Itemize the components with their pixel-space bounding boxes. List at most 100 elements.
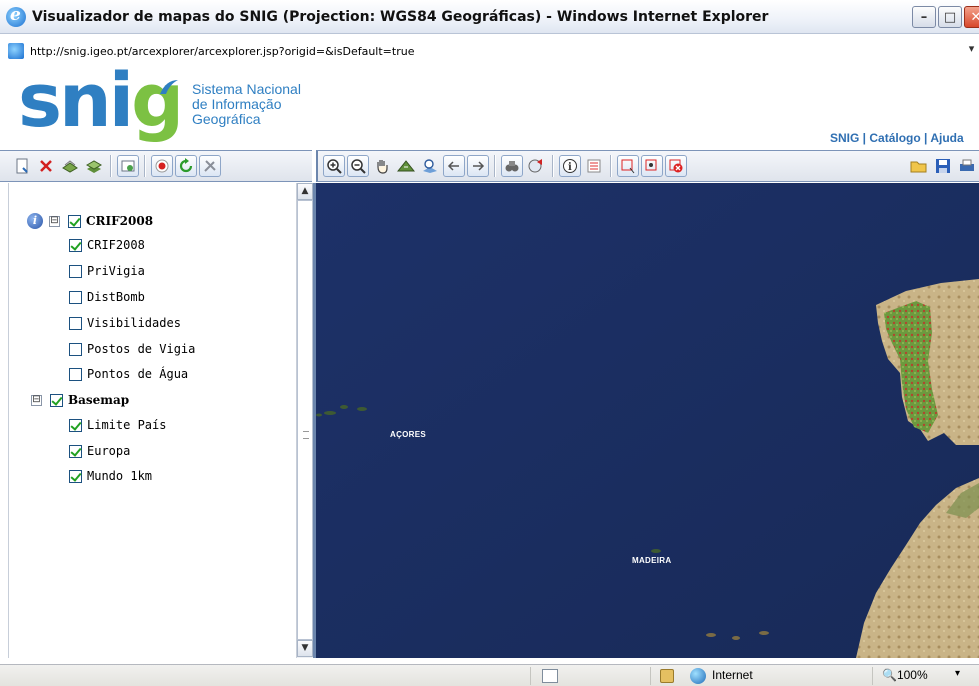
svg-text:i: i (568, 162, 572, 173)
toc-layer-row: Mundo 1km (69, 467, 152, 485)
toc-layer-label[interactable]: Visibilidades (87, 316, 181, 330)
clear-selection-icon[interactable] (665, 155, 687, 177)
toc-layer-row: CRIF2008 (69, 236, 145, 254)
grip-icon (303, 431, 309, 439)
map-canvas (316, 183, 979, 658)
logo-subtitle: Sistema Nacional de Informação Geográfic… (192, 82, 301, 127)
zoom-in-icon[interactable] (323, 155, 345, 177)
toolbar-separator (144, 155, 146, 177)
zoom-level[interactable]: 🔍100% (882, 668, 928, 682)
zoom-value: 100% (896, 668, 928, 682)
select-point-icon[interactable] (641, 155, 663, 177)
layer-checkbox[interactable] (69, 238, 82, 252)
select-rect-icon[interactable] (617, 155, 639, 177)
layers-icon[interactable] (83, 155, 105, 177)
snig-logo[interactable]: snig (18, 58, 184, 144)
zoom-out-icon[interactable] (347, 155, 369, 177)
toolbar-separator (610, 155, 612, 177)
toc-layer-row: Limite País (69, 416, 166, 434)
toc-group-basemap: ⊟ Basemap (31, 391, 129, 409)
zoom-layer-icon[interactable] (419, 155, 441, 177)
info-icon[interactable]: i (27, 213, 43, 229)
address-url[interactable]: http://snig.igeo.pt/arcexplorer/arcexplo… (30, 45, 414, 58)
popup-blocker-icon[interactable] (542, 669, 558, 683)
zoom-dropdown-icon[interactable]: ▾ (955, 668, 960, 679)
collapse-icon[interactable]: ⊟ (31, 394, 42, 406)
map-view[interactable]: AÇORES MADEIRA (316, 183, 979, 658)
identify-icon[interactable]: i (559, 155, 581, 177)
scroll-thumb[interactable] (297, 200, 313, 640)
close-button[interactable]: ✕ (964, 6, 979, 28)
window-title: Visualizador de mapas do SNIG (Projectio… (32, 8, 769, 25)
toc-layer-label[interactable]: Mundo 1km (87, 469, 152, 483)
legend-icon[interactable] (583, 155, 605, 177)
logo-line-3: Geográfica (192, 111, 261, 127)
logo-line-1: Sistema Nacional (192, 81, 301, 97)
layer-checkbox[interactable] (69, 444, 82, 458)
minimize-button[interactable]: – (912, 6, 936, 28)
layer-checkbox[interactable] (69, 290, 82, 304)
status-divider (650, 667, 651, 685)
reload-icon[interactable] (175, 155, 197, 177)
back-icon[interactable] (443, 155, 465, 177)
security-zone-label: Internet (712, 668, 753, 682)
address-dropdown-icon[interactable]: ▾ (964, 42, 979, 60)
toc-layer-label[interactable]: Limite País (87, 418, 166, 432)
locate-icon[interactable] (525, 155, 547, 177)
map-label-madeira: MADEIRA (632, 556, 672, 565)
logo-line-2: de Informação (192, 96, 282, 112)
header-links: SNIG | Catálogo | Ajuda (830, 131, 964, 145)
collapse-icon[interactable]: ⊟ (49, 215, 60, 227)
page-icon (8, 43, 24, 59)
maximize-button[interactable]: □ (938, 6, 962, 28)
toc-group-label[interactable]: Basemap (68, 393, 129, 407)
toc-layer-label[interactable]: PriVigia (87, 264, 145, 278)
toolbar-separator (552, 155, 554, 177)
link-snig[interactable]: SNIG (830, 131, 859, 145)
toc-layer-label[interactable]: Europa (87, 444, 130, 458)
delete-icon[interactable] (35, 155, 57, 177)
window-titlebar: Visualizador de mapas do SNIG (Projectio… (0, 0, 979, 34)
forward-icon[interactable] (467, 155, 489, 177)
toc-layer-label[interactable]: CRIF2008 (87, 238, 145, 252)
layer-checkbox[interactable] (69, 367, 82, 381)
pan-icon[interactable] (371, 155, 393, 177)
add-layer-icon[interactable] (59, 155, 81, 177)
toc-group-label[interactable]: CRIF2008 (86, 214, 153, 228)
open-icon[interactable] (908, 155, 930, 177)
toc-layer-label[interactable]: DistBomb (87, 290, 145, 304)
status-divider (872, 667, 873, 685)
layer-checkbox[interactable] (69, 264, 82, 278)
toc-group-crif2008: i ⊟ CRIF2008 (27, 212, 153, 230)
save-icon[interactable] (932, 155, 954, 177)
toc-layer-label[interactable]: Postos de Vigia (87, 342, 195, 356)
toolbar-separator (494, 155, 496, 177)
record-icon[interactable] (151, 155, 173, 177)
toc-layer-row: Pontos de Água (69, 365, 188, 383)
logo-letters-ni: ni (59, 58, 134, 144)
layer-checkbox[interactable] (69, 342, 82, 356)
layer-checkbox[interactable] (69, 469, 82, 483)
link-ajuda[interactable]: Ajuda (930, 131, 963, 145)
group-checkbox[interactable] (68, 214, 81, 228)
toc-scrollbar[interactable]: ▲ ▼ (296, 183, 313, 658)
refresh-layer-icon[interactable] (117, 155, 139, 177)
group-checkbox[interactable] (50, 393, 63, 407)
link-catalogo[interactable]: Catálogo (869, 131, 920, 145)
toc-layer-label[interactable]: Pontos de Água (87, 367, 188, 381)
protected-mode-icon[interactable] (660, 669, 674, 683)
scroll-down-icon[interactable]: ▼ (297, 640, 313, 657)
ie-logo-icon (6, 5, 26, 27)
logo-swoosh-icon (160, 80, 178, 94)
layer-checkbox[interactable] (69, 316, 82, 330)
scroll-up-icon[interactable]: ▲ (297, 183, 313, 200)
full-extent-icon[interactable] (395, 155, 417, 177)
layer-checkbox[interactable] (69, 418, 82, 432)
tools-icon[interactable] (199, 155, 221, 177)
layer-toc: i ⊟ CRIF2008 CRIF2008 PriVigia DistBomb … (8, 183, 296, 658)
print-icon[interactable] (956, 155, 978, 177)
find-icon[interactable] (501, 155, 523, 177)
toc-layer-row: Visibilidades (69, 314, 181, 332)
new-layer-icon[interactable] (11, 155, 33, 177)
status-bar: Internet 🔍100% ▾ (0, 664, 979, 686)
